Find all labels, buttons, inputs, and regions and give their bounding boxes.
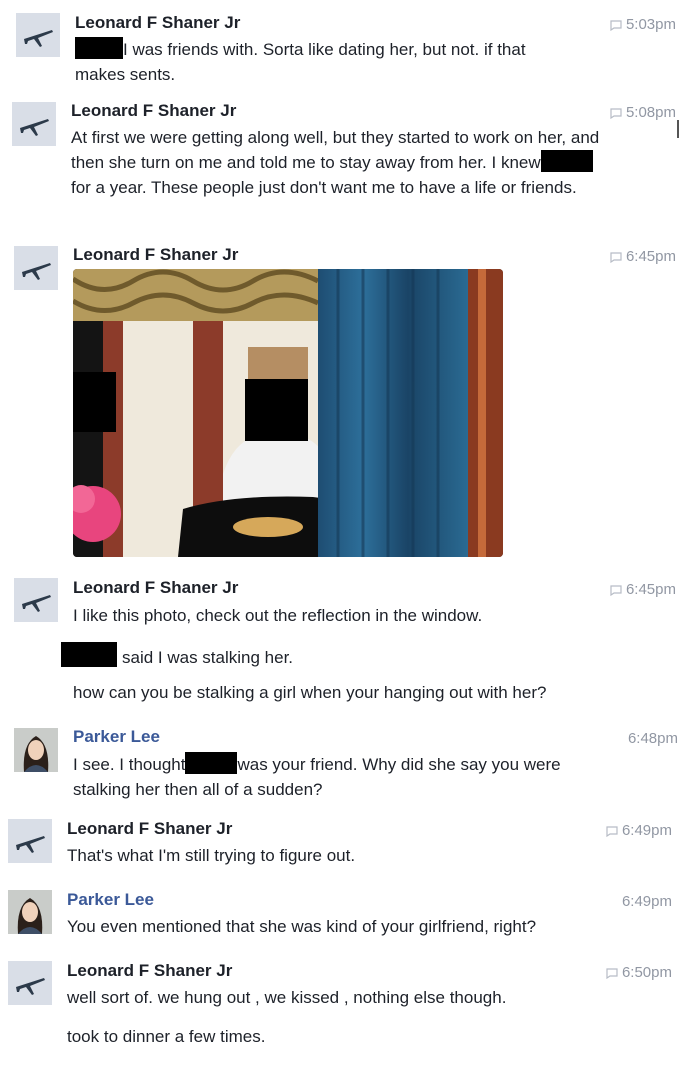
redacted-block — [61, 642, 117, 667]
sender-name[interactable]: Leonard F Shaner Jr — [75, 13, 240, 33]
sender-name[interactable]: Leonard F Shaner Jr — [73, 578, 238, 598]
chat-bubble-icon — [610, 252, 622, 263]
message-timestamp: 6:49pm — [621, 893, 672, 910]
message-timestamp: 6:50pm — [606, 964, 672, 981]
message-text-before: I see. I thought — [73, 755, 186, 774]
photo-image — [73, 269, 503, 557]
sender-avatar[interactable] — [8, 819, 52, 863]
redacted-block — [540, 150, 593, 172]
woman-avatar-icon — [14, 728, 58, 772]
sender-avatar[interactable] — [14, 578, 58, 622]
sender-name[interactable]: Leonard F Shaner Jr — [71, 101, 236, 121]
chat-bubble-icon — [610, 108, 622, 119]
airplane-avatar-icon — [8, 819, 52, 863]
airplane-avatar-icon — [14, 578, 58, 622]
sender-name[interactable]: Leonard F Shaner Jr — [67, 961, 232, 981]
airplane-avatar-icon — [14, 246, 58, 290]
airplane-avatar-icon — [16, 13, 60, 57]
sender-avatar[interactable] — [14, 246, 58, 290]
message-timestamp: 6:45pm — [610, 581, 676, 598]
redacted-block — [185, 752, 238, 774]
sender-name[interactable]: Leonard F Shaner Jr — [67, 819, 232, 839]
woman-avatar-icon — [8, 890, 52, 934]
message-timestamp: 6:45pm — [610, 248, 676, 265]
message-timestamp: 6:48pm — [627, 730, 678, 747]
message-timestamp: 5:08pm — [610, 104, 676, 121]
timestamp-label: 5:03pm — [625, 16, 676, 33]
airplane-avatar-icon — [12, 102, 56, 146]
sender-name[interactable]: Parker Lee — [67, 890, 154, 910]
timestamp-label: 6:45pm — [625, 581, 676, 598]
message-text: At first we were getting along well, but… — [71, 125, 601, 200]
sender-avatar[interactable] — [14, 728, 58, 772]
shared-photo[interactable] — [73, 269, 503, 557]
redacted-block — [75, 37, 123, 59]
sender-name[interactable]: Parker Lee — [73, 727, 160, 747]
sender-avatar[interactable] — [16, 13, 60, 57]
chat-bubble-icon — [606, 968, 618, 979]
message-text: I like this photo, check out the reflect… — [73, 606, 483, 625]
message-text: I see. I thought was your friend. Why did… — [73, 752, 613, 802]
timestamp-label: 6:49pm — [621, 822, 672, 839]
message-text-after: said I was stalking her. — [122, 648, 294, 667]
message-text: That's what I'm still trying to figure o… — [67, 846, 356, 865]
timestamp-label: 5:08pm — [625, 104, 676, 121]
airplane-avatar-icon — [8, 961, 52, 1005]
chat-bubble-icon — [610, 585, 622, 596]
scroll-marker — [677, 120, 679, 138]
message-text: how can you be stalking a girl when your… — [73, 683, 547, 702]
sender-name[interactable]: Leonard F Shaner Jr — [73, 245, 238, 265]
sender-avatar[interactable] — [12, 102, 56, 146]
sender-avatar[interactable] — [8, 890, 52, 934]
message-text: said I was stalking her. — [61, 642, 621, 670]
message-timestamp: 5:03pm — [610, 16, 676, 33]
message-text: took to dinner a few times. — [67, 1027, 266, 1046]
chat-bubble-icon — [606, 826, 618, 837]
timestamp-label: 6:50pm — [621, 964, 672, 981]
message-text: I was friends with. Sorta like dating he… — [75, 37, 575, 87]
timestamp-label: 6:45pm — [625, 248, 676, 265]
message-text: You even mentioned that she was kind of … — [67, 917, 537, 936]
message-text-after: for a year. These people just don't want… — [71, 178, 577, 197]
chat-bubble-icon — [610, 20, 622, 31]
message-timestamp: 6:49pm — [606, 822, 672, 839]
message-text-after: I was friends with. Sorta like dating he… — [75, 40, 526, 84]
message-text: well sort of. we hung out , we kissed , … — [67, 988, 507, 1007]
message-text-before: At first we were getting along well, but… — [71, 128, 600, 172]
sender-avatar[interactable] — [8, 961, 52, 1005]
